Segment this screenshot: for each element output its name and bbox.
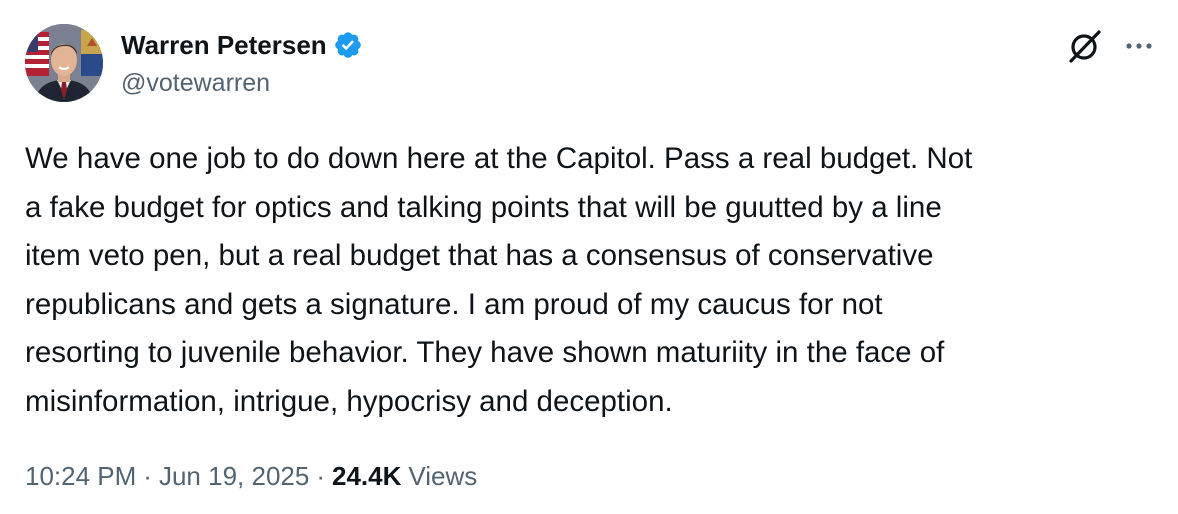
author-handle[interactable]: @votewarren bbox=[121, 69, 270, 98]
profile-photo bbox=[25, 24, 103, 102]
tweet-text-line: We have one job to do down here at the C… bbox=[25, 142, 973, 175]
tweet-date[interactable]: Jun 19, 2025 bbox=[159, 458, 309, 494]
more-options-icon[interactable] bbox=[1122, 31, 1156, 61]
verified-badge-icon[interactable] bbox=[333, 30, 363, 60]
tweet-text-line: resorting to juvenile behavior. They hav… bbox=[25, 336, 945, 370]
avatar[interactable] bbox=[25, 24, 103, 102]
meta-separator: · bbox=[143, 461, 152, 491]
views-label: Views bbox=[408, 461, 478, 491]
tweet-text-line: item veto pen, but a real budget that ha… bbox=[25, 239, 934, 273]
tweet-card: Warren Petersen @votewarren We have one … bbox=[0, 0, 1178, 514]
tweet-text-line: misinformation, intrigue, hypocrisy and … bbox=[25, 384, 673, 418]
tweet-time[interactable]: 10:24 PM bbox=[25, 458, 136, 494]
tweet-text: We have one job to do down here at the C… bbox=[25, 135, 1155, 427]
tweet-meta: 10:24 PM · Jun 19, 2025 · 24.4K Views bbox=[25, 458, 477, 494]
views-count: 24.4K bbox=[332, 461, 402, 491]
display-name[interactable]: Warren Petersen bbox=[121, 30, 327, 61]
grok-icon[interactable] bbox=[1066, 27, 1104, 65]
tweet-text-line: republicans and gets a signature. I am p… bbox=[25, 287, 883, 321]
meta-separator: · bbox=[316, 461, 325, 491]
tweet-text-line: a fake budget for optics and talking poi… bbox=[25, 190, 942, 224]
author-name-row: Warren Petersen bbox=[121, 28, 363, 62]
